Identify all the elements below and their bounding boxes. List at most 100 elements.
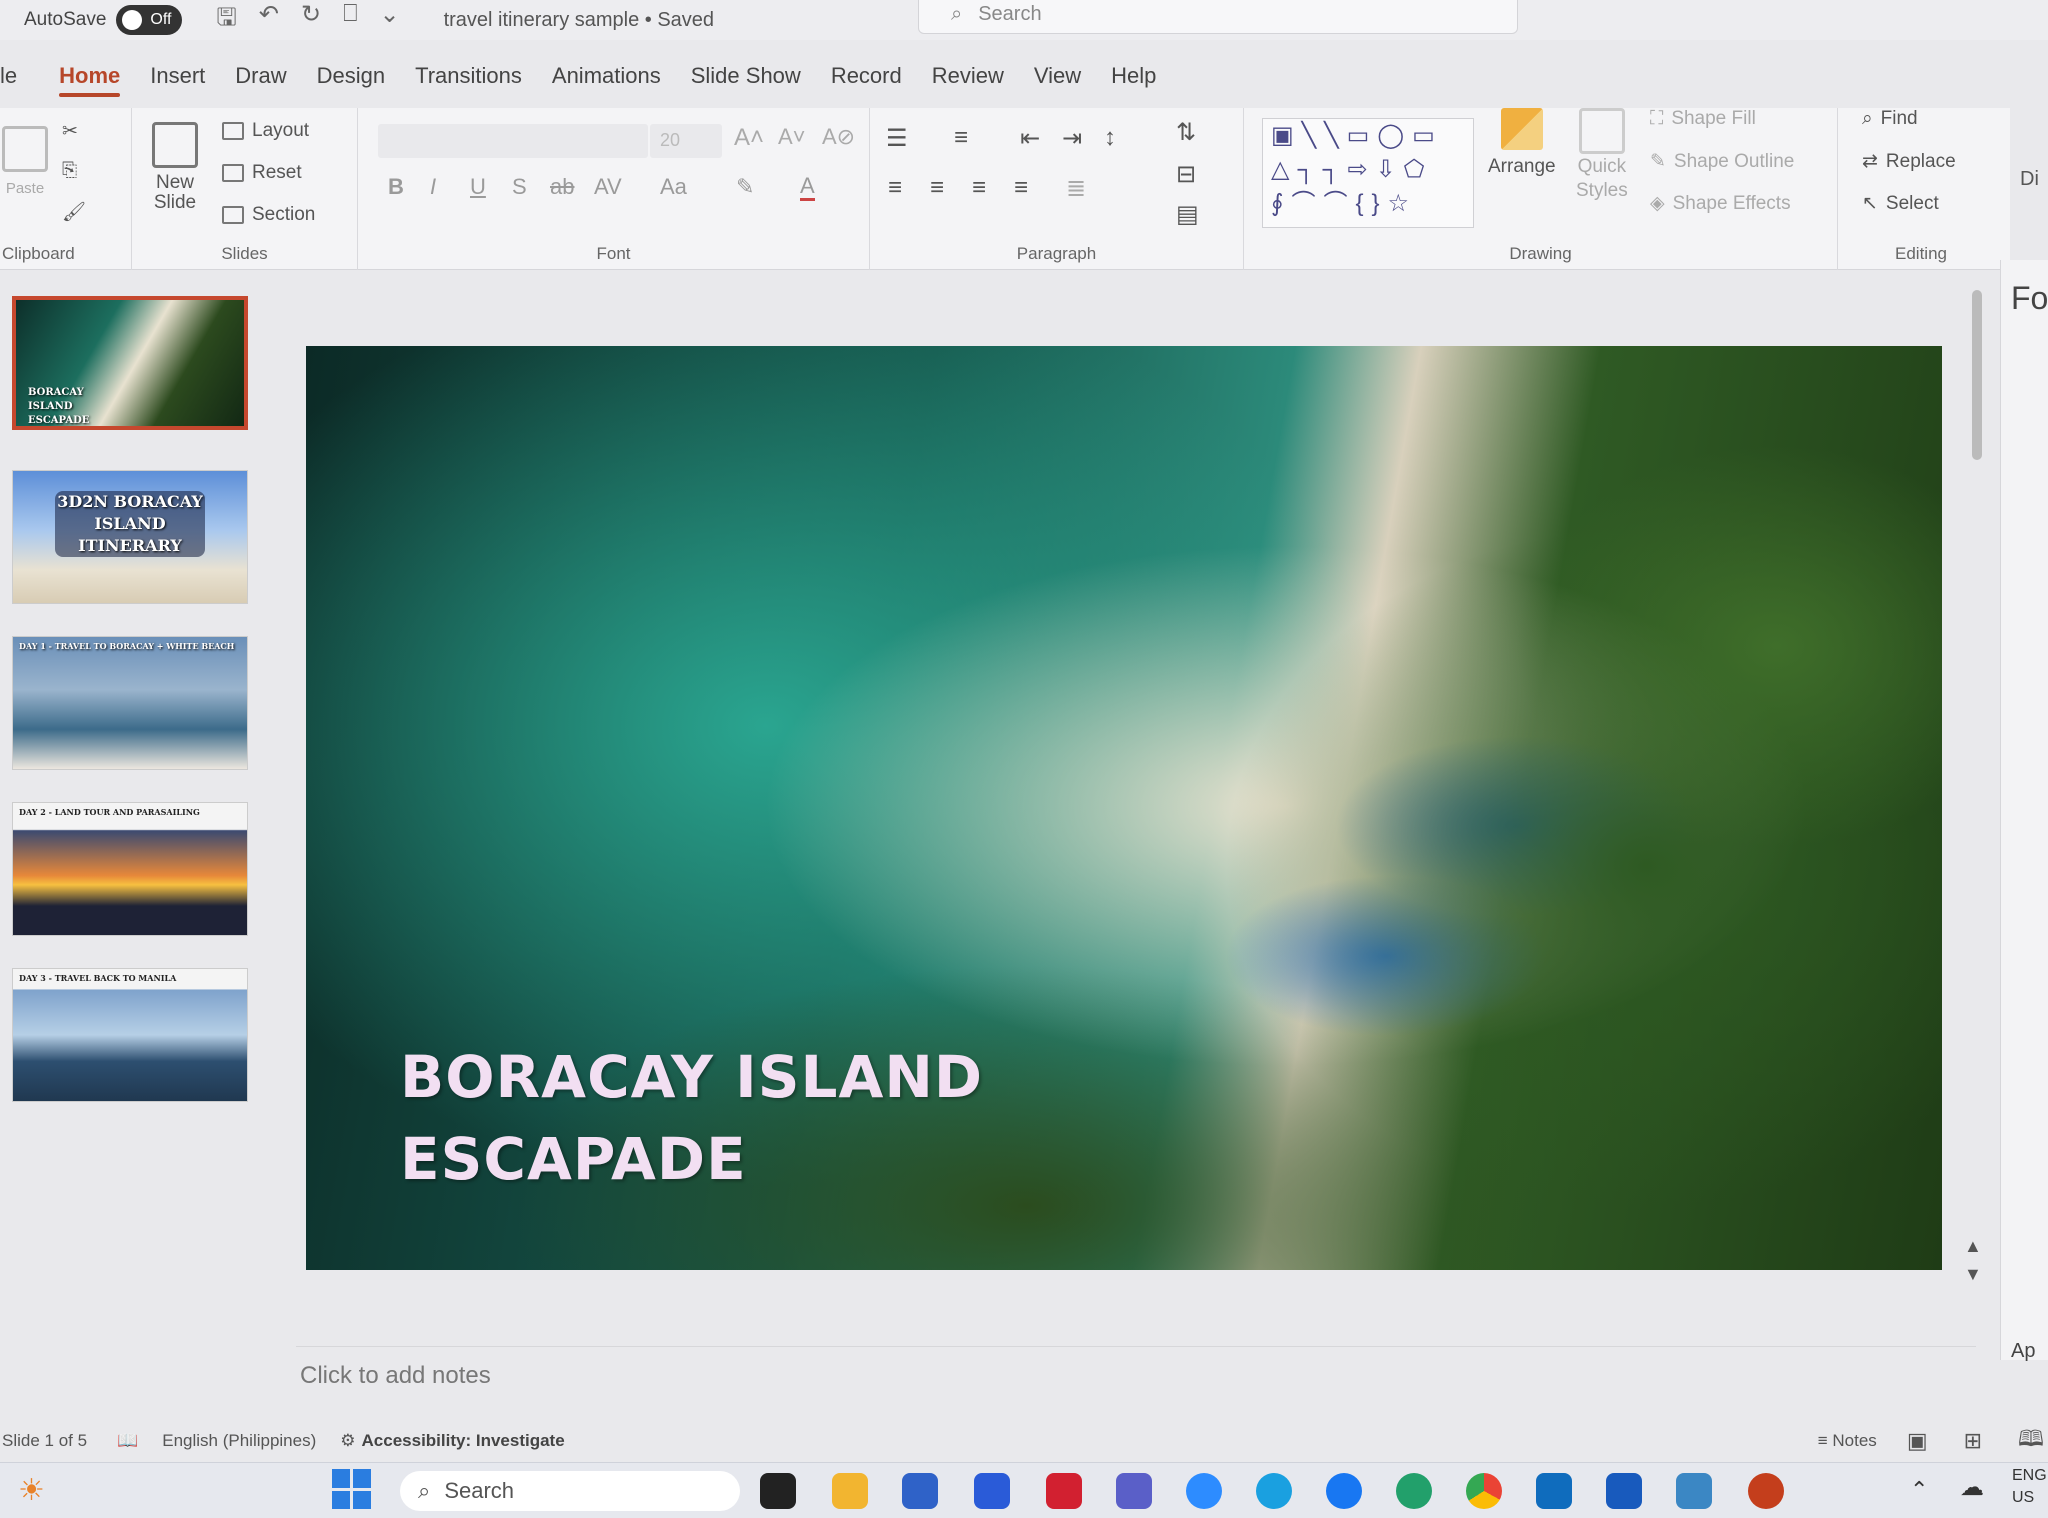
- shape-effects-button[interactable]: ◈ Shape Effects: [1650, 192, 1791, 215]
- arrange-button[interactable]: Arrange: [1488, 108, 1556, 178]
- slide-thumbnail-5[interactable]: DAY 3 - TRAVEL BACK TO MANILA: [12, 968, 248, 1102]
- character-spacing-button[interactable]: AV: [594, 174, 622, 200]
- widgets-icon[interactable]: ☀: [18, 1473, 45, 1508]
- select-button[interactable]: ↖ Select: [1862, 192, 1939, 215]
- bold-button[interactable]: B: [388, 174, 404, 200]
- slide-thumbnail-3[interactable]: DAY 1 - TRAVEL TO BORACAY + WHITE BEACH: [12, 636, 248, 770]
- tab-home[interactable]: Home: [59, 63, 121, 97]
- facebook-icon[interactable]: [1326, 1473, 1362, 1509]
- notes-placeholder[interactable]: Click to add notes: [300, 1362, 491, 1390]
- word-icon[interactable]: [1606, 1473, 1642, 1509]
- input-language-indicator[interactable]: ENG US: [2012, 1465, 2047, 1509]
- tab-draw[interactable]: Draw: [235, 63, 286, 89]
- slide-canvas[interactable]: BORACAY ISLAND ESCAPADE: [306, 346, 1942, 1270]
- smartart-icon[interactable]: ▤: [1176, 200, 1199, 229]
- tab-insert[interactable]: Insert: [150, 63, 205, 89]
- redo-icon[interactable]: ↻: [301, 0, 321, 41]
- tab-help[interactable]: Help: [1111, 63, 1156, 89]
- accessibility-status[interactable]: Accessibility: Investigate: [362, 1431, 565, 1451]
- slide-thumbnail-1[interactable]: BORACAY ISLAND ESCAPADE: [12, 296, 248, 430]
- customize-toolbar-icon[interactable]: ⌄: [379, 0, 399, 41]
- bullets-icon[interactable]: ☰: [886, 124, 908, 153]
- file-explorer-icon[interactable]: [832, 1473, 868, 1509]
- increase-font-icon[interactable]: A˄: [734, 124, 764, 152]
- zoom-icon[interactable]: [1186, 1473, 1222, 1509]
- line-spacing-icon[interactable]: ↕: [1104, 124, 1116, 152]
- align-center-icon[interactable]: ≡: [930, 174, 944, 202]
- slide-scrollbar[interactable]: [1972, 260, 1982, 1310]
- quick-styles-button[interactable]: Quick Styles: [1576, 108, 1628, 202]
- align-left-icon[interactable]: ≡: [888, 174, 902, 202]
- skype-icon[interactable]: [1256, 1473, 1292, 1509]
- italic-button[interactable]: I: [430, 174, 436, 200]
- language-status[interactable]: English (Philippines): [162, 1431, 316, 1451]
- find-button[interactable]: ⌕ Find: [1862, 108, 1918, 130]
- font-family-select[interactable]: [378, 124, 648, 158]
- format-painter-icon[interactable]: 🖌: [62, 200, 86, 224]
- slide-title[interactable]: BORACAY ISLAND ESCAPADE: [400, 1036, 983, 1200]
- undo-icon[interactable]: ↶: [259, 0, 279, 41]
- tab-view[interactable]: View: [1034, 63, 1081, 89]
- font-color-icon[interactable]: A: [800, 174, 815, 201]
- paste-button[interactable]: Paste: [2, 126, 48, 197]
- tab-slide-show[interactable]: Slide Show: [691, 63, 801, 89]
- chrome-icon[interactable]: [1466, 1473, 1502, 1509]
- slide-thumbnail-4[interactable]: DAY 2 - LAND TOUR AND PARASAILING: [12, 802, 248, 936]
- section-button[interactable]: Section: [222, 204, 315, 226]
- powerpoint-icon[interactable]: [1748, 1473, 1784, 1509]
- edge-icon[interactable]: [1396, 1473, 1432, 1509]
- tab-record[interactable]: Record: [831, 63, 902, 89]
- app-icon[interactable]: [974, 1473, 1010, 1509]
- replace-button[interactable]: ⇄ Replace: [1862, 150, 1956, 173]
- scrollbar-thumb[interactable]: [1972, 290, 1982, 460]
- spell-check-icon[interactable]: 📖: [117, 1431, 138, 1451]
- numbering-icon[interactable]: ≡: [954, 124, 968, 152]
- reading-view-icon[interactable]: 🕮: [2018, 1422, 2044, 1460]
- task-view-icon[interactable]: [760, 1473, 796, 1509]
- save-icon[interactable]: 🖫: [216, 0, 236, 41]
- new-slide-button[interactable]: New Slide: [152, 122, 198, 214]
- shape-fill-button[interactable]: ⛶ Shape Fill: [1650, 108, 1756, 130]
- designer-button-cut[interactable]: Di: [2020, 168, 2039, 191]
- slide-sorter-icon[interactable]: ⊞: [1964, 1428, 1982, 1454]
- start-button[interactable]: [332, 1469, 372, 1509]
- taskbar-search[interactable]: ⌕ Search: [400, 1471, 740, 1511]
- autosave[interactable]: AutoSave Off: [24, 5, 183, 35]
- cut-icon[interactable]: ✂: [62, 120, 78, 143]
- shadow-button[interactable]: S: [512, 174, 527, 200]
- font-size-select[interactable]: 20: [650, 124, 722, 158]
- normal-view-icon[interactable]: ▣: [1907, 1428, 1928, 1454]
- copy-icon[interactable]: ⎘: [62, 160, 77, 182]
- present-icon[interactable]: ⎕: [343, 0, 357, 41]
- layout-button[interactable]: Layout: [222, 120, 309, 142]
- document-title[interactable]: travel itinerary sample • Saved: [444, 9, 714, 32]
- next-slide-icon[interactable]: ▼: [1964, 1264, 1982, 1285]
- columns-icon[interactable]: ≣: [1066, 174, 1086, 203]
- teams-icon[interactable]: [1116, 1473, 1152, 1509]
- mcafee-icon[interactable]: [1046, 1473, 1082, 1509]
- notes-toggle[interactable]: ≡ Notes: [1818, 1431, 1877, 1451]
- text-direction-icon[interactable]: ⇅: [1176, 118, 1196, 147]
- photos-icon[interactable]: [1676, 1473, 1712, 1509]
- previous-slide-icon[interactable]: ▲: [1964, 1236, 1982, 1257]
- decrease-font-icon[interactable]: A˅: [778, 124, 806, 150]
- underline-button[interactable]: U: [470, 174, 486, 200]
- autosave-toggle[interactable]: Off: [116, 5, 183, 35]
- highlight-icon[interactable]: ✎: [736, 174, 754, 200]
- outlook-icon[interactable]: [1536, 1473, 1572, 1509]
- onedrive-icon[interactable]: ☁: [1960, 1473, 1984, 1502]
- justify-icon[interactable]: ≡: [1014, 174, 1028, 202]
- tab-design[interactable]: Design: [317, 63, 385, 89]
- tab-file[interactable]: le: [0, 63, 17, 89]
- decrease-indent-icon[interactable]: ⇤: [1020, 124, 1040, 153]
- apply-button-cut[interactable]: Ap: [2011, 1340, 2035, 1363]
- align-right-icon[interactable]: ≡: [972, 174, 986, 202]
- strikethrough-icon[interactable]: ab: [550, 174, 574, 200]
- tab-review[interactable]: Review: [932, 63, 1004, 89]
- tray-chevron-icon[interactable]: ⌃: [1910, 1477, 1928, 1503]
- slide-thumbnail-2[interactable]: 3D2N BORACAY ISLAND ITINERARY: [12, 470, 248, 604]
- tab-transitions[interactable]: Transitions: [415, 63, 522, 89]
- increase-indent-icon[interactable]: ⇥: [1062, 124, 1082, 153]
- store-icon[interactable]: [902, 1473, 938, 1509]
- shape-outline-button[interactable]: ✎ Shape Outline: [1650, 150, 1794, 173]
